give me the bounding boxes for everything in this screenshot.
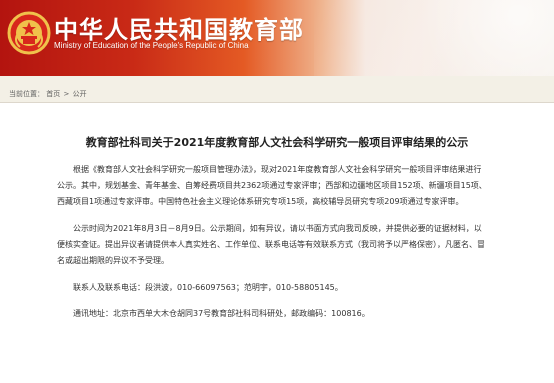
site-title: 中华人民共和国教育部 [54, 16, 304, 44]
article-contact: 联系人及联系电话：段洪波，010-66097563；范明宇，010-588051… [73, 283, 343, 292]
national-emblem-icon [7, 11, 51, 55]
article-paragraph-2: 公示时间为2021年8月3日－8月9日。公示期间，如有异议，请以书面方式向我司反… [57, 224, 485, 265]
breadcrumb: 当前位置： 首页 > 公开 [9, 89, 87, 99]
article-address: 通讯地址：北京市西单大木仓胡同37号教育部社科司科研处，邮政编码：100816。 [73, 309, 370, 318]
article-title: 教育部社科司关于2021年度教育部人文社会科学研究一般项目评审结果的公示 [85, 136, 469, 149]
article-content: 根据《教育部人文社会科学研究一般项目管理办法》，现对2021年度教育部人文社会科… [57, 162, 488, 333]
breadcrumb-prefix: 当前位置： [9, 90, 44, 98]
site-header: 中华人民共和国教育部 Ministry of Education of the … [0, 0, 554, 76]
site-subtitle: Ministry of Education of the People's Re… [54, 41, 249, 50]
breadcrumb-public-link[interactable]: 公开 [73, 90, 87, 98]
breadcrumb-home-link[interactable]: 首页 [46, 90, 60, 98]
breadcrumb-separator: > [63, 90, 70, 98]
article-paragraph-1: 根据《教育部人文社会科学研究一般项目管理办法》，现对2021年度教育部人文社会科… [57, 165, 487, 206]
